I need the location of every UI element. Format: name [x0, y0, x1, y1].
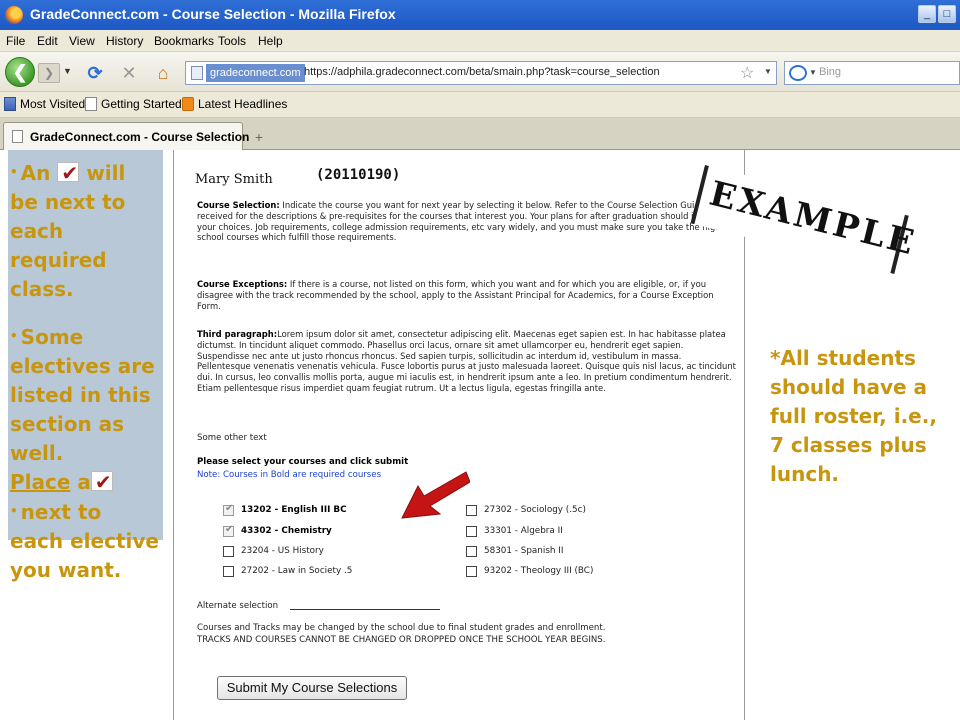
- alternate-selection-label: Alternate selection: [197, 601, 279, 611]
- course-checkbox[interactable]: [466, 546, 477, 557]
- menu-bookmarks[interactable]: Bookmarks: [154, 34, 214, 48]
- menu-tools[interactable]: Tools: [218, 34, 246, 48]
- address-bar[interactable]: gradeconnect.com https://adphila.gradeco…: [185, 61, 777, 85]
- minimize-button[interactable]: _: [918, 5, 936, 23]
- bullet: •: [10, 504, 18, 518]
- course-label: 23204 - US History: [241, 546, 324, 556]
- tab-bar: GradeConnect.com - Course Selection +: [0, 118, 960, 150]
- search-engine-dropdown-icon[interactable]: ▼: [809, 68, 817, 77]
- menu-file[interactable]: File: [6, 34, 25, 48]
- disclaimer: Courses and Tracks may be changed by the…: [197, 623, 605, 646]
- other-text: Some other text: [197, 433, 267, 443]
- course-checkbox[interactable]: [223, 546, 234, 557]
- bookmark-label: Getting Started: [101, 97, 182, 111]
- bookmark-star-icon[interactable]: ☆: [740, 63, 754, 83]
- bookmark-label: Most Visited: [20, 97, 86, 111]
- home-button[interactable]: ⌂: [152, 62, 174, 84]
- course-checkbox[interactable]: [466, 526, 477, 537]
- course-label: 27202 - Law in Society .5: [241, 566, 353, 576]
- course-checkbox[interactable]: [466, 566, 477, 577]
- url-text[interactable]: https://adphila.gradeconnect.com/beta/sm…: [304, 66, 660, 78]
- course-checkbox[interactable]: [223, 566, 234, 577]
- navigation-toolbar: ❮ ❯ ▼ ⟳ ✕ ⌂ gradeconnect.com https://adp…: [0, 52, 960, 92]
- right-annotation-text: *All students should have a full roster,…: [770, 346, 937, 486]
- menu-edit[interactable]: Edit: [37, 34, 58, 48]
- url-dropdown-icon[interactable]: ▼: [764, 67, 772, 76]
- window-title: GradeConnect.com - Course Selection - Mo…: [30, 6, 396, 22]
- course-label: 33301 - Algebra II: [484, 526, 563, 536]
- site-identity-badge[interactable]: gradeconnect.com: [206, 64, 305, 82]
- required-courses-note: Note: Courses in Bold are required cours…: [197, 470, 382, 480]
- left-annotation-text: •An will be next to each required class.…: [10, 158, 160, 585]
- back-button[interactable]: ❮: [5, 57, 35, 87]
- reload-button[interactable]: ⟳: [84, 62, 106, 84]
- tab-label: GradeConnect.com - Course Selection: [30, 130, 250, 144]
- bookmark-latest-headlines[interactable]: Latest Headlines: [182, 97, 287, 111]
- select-prompt: Please select your courses and click sub…: [197, 457, 409, 467]
- maximize-button[interactable]: □: [938, 5, 956, 23]
- bookmark-most-visited[interactable]: Most Visited: [4, 97, 85, 111]
- rss-icon: [182, 97, 194, 111]
- bullet: •: [10, 329, 18, 343]
- bookmark-label: Latest Headlines: [198, 97, 288, 111]
- new-tab-button[interactable]: +: [248, 126, 270, 148]
- submit-course-selections-button[interactable]: Submit My Course Selections: [217, 676, 407, 700]
- course-label: 43302 - Chemistry: [241, 526, 332, 536]
- search-placeholder: Bing: [819, 66, 842, 78]
- course-label: 13202 - English III BC: [241, 505, 347, 515]
- red-arrow-icon: [401, 471, 470, 519]
- course-label: 93202 - Theology III (BC): [484, 566, 594, 576]
- third-paragraph: Third paragraph:Lorem ipsum dolor sit am…: [197, 329, 737, 394]
- menu-history[interactable]: History: [106, 34, 143, 48]
- red-checkmark-icon: [57, 159, 80, 188]
- page-icon: [12, 130, 23, 143]
- paragraph-label: Course Selection:: [197, 200, 280, 210]
- stop-button[interactable]: ✕: [118, 62, 140, 84]
- most-visited-icon: [4, 97, 16, 111]
- course-label: 27302 - Sociology (.5c): [484, 505, 586, 515]
- menu-bar: File Edit View History Bookmarks Tools H…: [0, 30, 960, 52]
- paragraph-text: Lorem ipsum dolor sit amet, consectetur …: [197, 329, 736, 393]
- bookmark-getting-started[interactable]: Getting Started: [85, 97, 182, 111]
- history-dropdown-icon[interactable]: ▼: [63, 66, 72, 76]
- firefox-icon: [5, 6, 23, 24]
- menu-view[interactable]: View: [69, 34, 95, 48]
- student-name: Mary Smith: [195, 172, 273, 187]
- bullet: •: [10, 165, 18, 179]
- alternate-selection-field[interactable]: [290, 609, 440, 610]
- annotation-text: Place: [10, 470, 71, 494]
- annotation-text: An: [20, 161, 51, 185]
- red-checkmark-icon: [90, 468, 113, 497]
- menu-help[interactable]: Help: [258, 34, 283, 48]
- course-selection-paragraph: Course Selection: Indicate the course yo…: [197, 200, 737, 243]
- bookmarks-toolbar: Most Visited Getting Started Latest Head…: [0, 92, 960, 118]
- search-box[interactable]: ▼ Bing: [784, 61, 960, 85]
- course-label: 58301 - Spanish II: [484, 546, 564, 556]
- annotation-text: a: [77, 470, 91, 494]
- course-exceptions-paragraph: Course Exceptions: If there is a course,…: [197, 279, 737, 311]
- paragraph-label: Course Exceptions:: [197, 279, 288, 289]
- forward-button[interactable]: ❯: [38, 63, 60, 83]
- course-checkbox[interactable]: [223, 503, 234, 516]
- window-titlebar: GradeConnect.com - Course Selection - Mo…: [0, 0, 960, 30]
- page-icon: [191, 66, 203, 80]
- bing-icon: [789, 65, 807, 81]
- annotation-text: Some electives are listed in this sectio…: [10, 325, 155, 465]
- disclaimer-line: Courses and Tracks may be changed by the…: [197, 623, 606, 633]
- page-icon: [85, 97, 97, 111]
- course-checkbox[interactable]: [223, 524, 234, 537]
- annotation-text: next to each elective you want.: [10, 500, 159, 582]
- student-id: (20110190): [316, 167, 401, 183]
- disclaimer-line: TRACKS AND COURSES CANNOT BE CHANGED OR …: [197, 634, 606, 645]
- paragraph-label: Third paragraph:: [197, 329, 278, 339]
- tab-course-selection[interactable]: GradeConnect.com - Course Selection: [3, 122, 249, 150]
